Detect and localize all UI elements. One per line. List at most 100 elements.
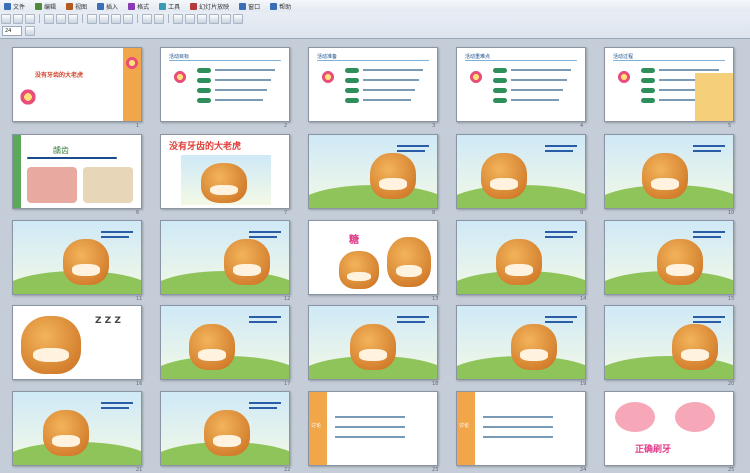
menu-item-label: 视图 <box>75 3 88 11</box>
slide-thumbnail[interactable] <box>456 134 586 209</box>
slide-thumbnail[interactable]: 没有牙齿的大老虎 <box>12 47 142 122</box>
slide-thumbnail[interactable]: 活动准备 <box>308 47 438 122</box>
caption-line <box>397 150 425 152</box>
menu-item-2[interactable]: 视图 <box>66 2 87 11</box>
teeth-illustration <box>675 402 715 432</box>
caption-line <box>101 231 133 233</box>
tiger-illustration <box>204 410 250 456</box>
caption-line <box>249 236 277 238</box>
bullet-icon <box>493 78 507 83</box>
caption-line <box>693 236 721 238</box>
copy-icon[interactable] <box>99 13 109 24</box>
toolbar-separator <box>82 14 83 23</box>
insert-table-icon[interactable] <box>185 13 195 24</box>
insert-wordart-icon[interactable] <box>209 13 219 24</box>
slide-thumbnail[interactable]: 讨论 <box>456 391 586 466</box>
slide-number: 5 <box>728 123 732 129</box>
slide-thumbnail[interactable]: 活动重难点 <box>456 47 586 122</box>
new-icon[interactable] <box>1 13 11 24</box>
zoom-select[interactable]: 24 <box>2 25 22 36</box>
tiger-illustration <box>189 324 235 370</box>
toolbar-separator <box>137 14 138 23</box>
text-line <box>511 69 571 71</box>
menu-item-0[interactable]: 文件 <box>4 2 25 11</box>
menu-icon <box>97 2 105 10</box>
slide-thumbnail[interactable] <box>160 305 290 380</box>
spellcheck-icon[interactable] <box>68 13 78 24</box>
slide-thumbnail[interactable] <box>604 220 734 295</box>
preview-icon[interactable] <box>56 13 66 24</box>
slide-thumbnail[interactable] <box>160 220 290 295</box>
paste-icon[interactable] <box>111 13 121 24</box>
slide-thumbnail[interactable]: 活动过程 <box>604 47 734 122</box>
slide-thumbnail[interactable]: 讨论 <box>308 391 438 466</box>
caption-line <box>249 316 281 318</box>
bullet-icon <box>345 78 359 83</box>
slide-number: 2 <box>284 123 288 129</box>
chevron-down-icon[interactable] <box>25 25 35 36</box>
text-line <box>363 99 411 101</box>
slide-title: 讨论 <box>459 423 470 429</box>
slide-number: 25 <box>728 467 735 473</box>
text-line <box>483 416 553 418</box>
slide-thumbnail[interactable] <box>12 220 142 295</box>
redo-icon[interactable] <box>154 13 164 24</box>
slide-number: 14 <box>580 296 587 302</box>
print-icon[interactable] <box>44 13 54 24</box>
slide-thumbnail[interactable] <box>12 391 142 466</box>
standard-toolbar <box>0 13 320 24</box>
menu-item-8[interactable]: 帮助 <box>270 2 291 11</box>
bullet-icon <box>345 68 359 73</box>
slide-thumbnail[interactable]: 活动目标 <box>160 47 290 122</box>
menu-icon <box>128 2 136 10</box>
slide-number: 19 <box>580 381 587 387</box>
slide-thumbnail[interactable] <box>604 134 734 209</box>
slide-title: 正确刷牙 <box>635 445 672 455</box>
note-box <box>695 73 733 121</box>
text-line <box>659 69 719 71</box>
caption-line <box>545 231 577 233</box>
caption-line <box>101 236 129 238</box>
menu-item-6[interactable]: 幻灯片放映 <box>190 2 229 11</box>
slide-number: 4 <box>580 123 584 129</box>
open-icon[interactable] <box>13 13 23 24</box>
menu-item-label: 工具 <box>168 3 181 11</box>
slide-number: 7 <box>284 210 288 216</box>
slide-thumbnail[interactable]: Z Z Z <box>12 305 142 380</box>
cut-icon[interactable] <box>87 13 97 24</box>
menu-item-1[interactable]: 编辑 <box>35 2 56 11</box>
slide-thumbnail[interactable] <box>160 391 290 466</box>
cover-title: 没有牙齿的大老虎 <box>35 72 84 79</box>
slide-number: 17 <box>284 381 291 387</box>
menu-item-7[interactable]: 窗口 <box>239 2 260 11</box>
slide-thumbnail[interactable]: 龋齿 <box>12 134 142 209</box>
slide-thumbnail[interactable] <box>456 305 586 380</box>
caption-line <box>545 150 573 152</box>
save-icon[interactable] <box>25 13 35 24</box>
menu-icon <box>4 2 11 10</box>
insert-chart-icon[interactable] <box>173 13 183 24</box>
menu-item-3[interactable]: 插入 <box>97 2 118 11</box>
slide-thumbnail[interactable] <box>308 134 438 209</box>
slide-thumbnail[interactable] <box>604 305 734 380</box>
slide-thumbnail[interactable] <box>308 305 438 380</box>
menu-icon <box>239 2 247 10</box>
title-underline <box>169 60 281 61</box>
slide-number: 15 <box>728 296 735 302</box>
slide-title: 活动准备 <box>317 54 338 60</box>
caption-line <box>693 150 721 152</box>
slide-number: 13 <box>432 296 439 302</box>
format-painter-icon[interactable] <box>123 13 133 24</box>
help-icon[interactable] <box>233 13 243 24</box>
tiger-illustration <box>496 239 542 285</box>
insert-picture-icon[interactable] <box>197 13 207 24</box>
slide-thumbnail[interactable]: 正确刷牙 <box>604 391 734 466</box>
slide-thumbnail[interactable]: 糖 <box>308 220 438 295</box>
bullet-icon <box>493 98 507 103</box>
undo-icon[interactable] <box>142 13 152 24</box>
menu-item-5[interactable]: 工具 <box>159 2 180 11</box>
slide-thumbnail[interactable]: 没有牙齿的大老虎 <box>160 134 290 209</box>
color-grayscale-icon[interactable] <box>221 13 231 24</box>
menu-item-4[interactable]: 格式 <box>128 2 149 11</box>
slide-thumbnail[interactable] <box>456 220 586 295</box>
